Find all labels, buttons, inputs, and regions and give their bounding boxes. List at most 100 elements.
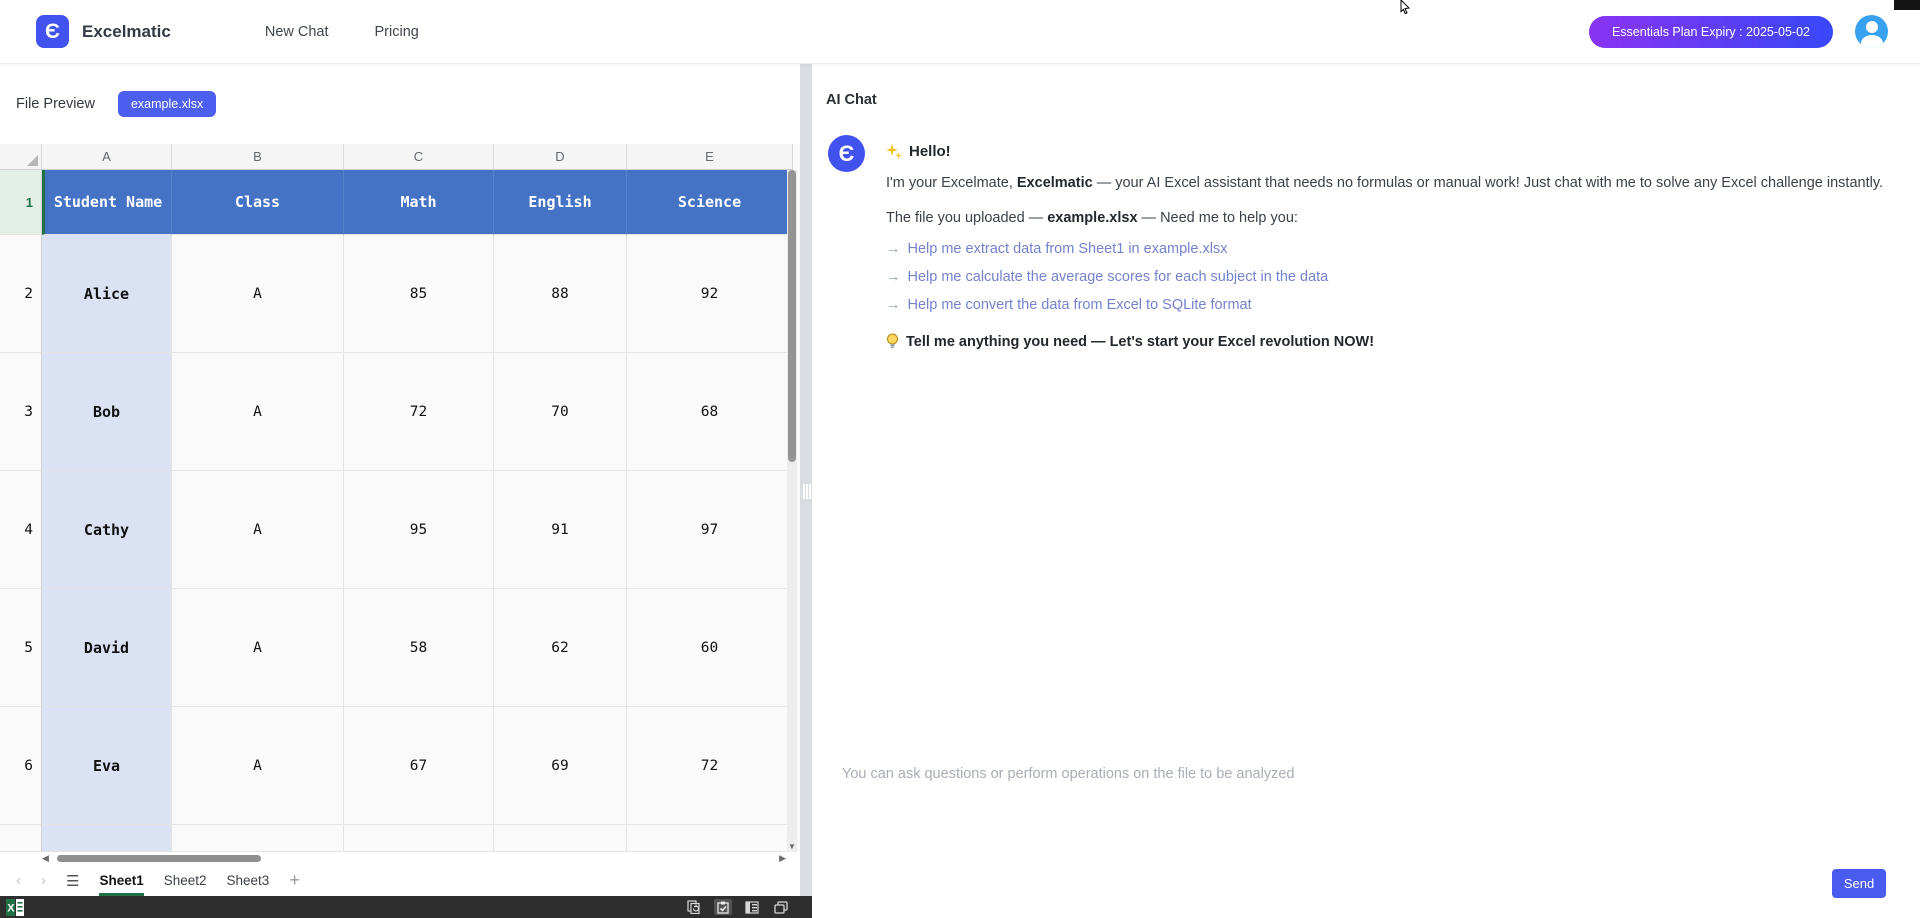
cell-a2[interactable]: Alice — [42, 235, 172, 353]
intro-paragraph: I'm your Excelmate, Excelmatic — your AI… — [886, 173, 1894, 193]
cell-c6[interactable]: 67 — [344, 707, 494, 825]
suggestion-average-scores[interactable]: →Help me calculate the average scores fo… — [886, 263, 1894, 291]
cell-e5[interactable]: 60 — [627, 589, 793, 707]
table-row — [0, 825, 793, 852]
tabs-prev-icon[interactable]: ‹ — [16, 872, 21, 889]
clipboard-check-icon[interactable] — [714, 899, 732, 915]
cell-b2[interactable]: A — [172, 235, 344, 353]
greeting-text: Hello! — [909, 143, 951, 160]
copy-refresh-icon[interactable] — [685, 899, 703, 915]
scroll-down-icon[interactable]: ▼ — [787, 842, 797, 851]
user-avatar[interactable] — [1855, 15, 1888, 48]
cell-a3[interactable]: Bob — [42, 353, 172, 471]
row-number[interactable]: 2 — [0, 235, 42, 353]
scroll-left-icon[interactable]: ◀ — [42, 853, 49, 864]
add-sheet-button[interactable]: + — [289, 870, 300, 891]
column-header-e[interactable]: E — [627, 144, 793, 170]
file-preview-label: File Preview — [16, 96, 95, 112]
assistant-message: Hello! I'm your Excelmate, Excelmatic — … — [886, 143, 1894, 350]
cell-b4[interactable]: A — [172, 471, 344, 589]
row-number[interactable] — [0, 825, 42, 852]
table-row: 3 Bob A 72 70 68 — [0, 353, 793, 471]
cell-d3[interactable]: 70 — [494, 353, 627, 471]
cell-c1[interactable]: Math — [344, 170, 494, 235]
row-number[interactable]: 6 — [0, 707, 42, 825]
nav-links: New Chat Pricing — [265, 24, 419, 40]
cell-c5[interactable]: 58 — [344, 589, 494, 707]
avatar-person-icon — [1866, 21, 1878, 33]
cell-e3[interactable]: 68 — [627, 353, 793, 471]
excelmatic-logo-icon[interactable]: Є — [36, 15, 69, 48]
file-preview-header: File Preview example.xlsx — [0, 64, 800, 144]
excel-file-icon: X — [6, 899, 25, 916]
select-all-corner[interactable] — [0, 144, 42, 170]
plan-expiry-button[interactable]: Essentials Plan Expiry : 2025-05-02 — [1589, 16, 1833, 48]
tab-sheet3[interactable]: Sheet3 — [227, 865, 270, 896]
cell-d1[interactable]: English — [494, 170, 627, 235]
suggestion-extract-data[interactable]: →Help me extract data from Sheet1 in exa… — [886, 235, 1894, 263]
cell-e1[interactable]: Science — [627, 170, 793, 235]
cell-e7[interactable] — [627, 825, 793, 852]
cell-c7[interactable] — [344, 825, 494, 852]
greeting-heading: Hello! — [886, 143, 1894, 160]
cell-b7[interactable] — [172, 825, 344, 852]
cell-a4[interactable]: Cathy — [42, 471, 172, 589]
horizontal-scrollbar[interactable]: ◀ ▶ — [0, 852, 800, 865]
tabs-next-icon[interactable]: › — [41, 872, 46, 889]
send-button[interactable]: Send — [1832, 869, 1886, 898]
vertical-scrollbar[interactable]: ▼ — [787, 170, 797, 852]
suggestion-convert-sqlite[interactable]: →Help me convert the data from Excel to … — [886, 291, 1894, 319]
column-header-row: A B C D E — [0, 144, 793, 170]
vertical-scrollbar-thumb[interactable] — [788, 170, 796, 462]
cell-c4[interactable]: 95 — [344, 471, 494, 589]
row-number[interactable]: 5 — [0, 589, 42, 707]
sheet-list-icon[interactable]: ☰ — [66, 872, 79, 890]
tab-sheet2[interactable]: Sheet2 — [164, 865, 207, 896]
column-header-d[interactable]: D — [494, 144, 627, 170]
lightbulb-icon — [886, 333, 899, 350]
column-header-b[interactable]: B — [172, 144, 344, 170]
scroll-right-icon[interactable]: ▶ — [779, 853, 786, 864]
cell-c2[interactable]: 85 — [344, 235, 494, 353]
cell-a5[interactable]: David — [42, 589, 172, 707]
cell-a1[interactable]: Student Name — [42, 170, 172, 235]
file-tab-example-xlsx[interactable]: example.xlsx — [118, 91, 216, 117]
cell-d5[interactable]: 62 — [494, 589, 627, 707]
top-navbar: Є Excelmatic New Chat Pricing Essentials… — [0, 0, 1920, 64]
sheet-tab-bar: ‹ › ☰ Sheet1 Sheet2 Sheet3 + — [0, 865, 800, 896]
nav-link-pricing[interactable]: Pricing — [375, 24, 419, 40]
arrow-icon: → — [886, 297, 901, 313]
cell-b6[interactable]: A — [172, 707, 344, 825]
cell-e2[interactable]: 92 — [627, 235, 793, 353]
cascade-windows-icon[interactable] — [772, 899, 790, 915]
cell-e4[interactable]: 97 — [627, 471, 793, 589]
list-view-icon[interactable] — [743, 899, 761, 915]
cell-d2[interactable]: 88 — [494, 235, 627, 353]
panel-resize-handle[interactable] — [800, 64, 812, 896]
mouse-cursor-icon — [1398, 0, 1412, 14]
row-number[interactable]: 3 — [0, 353, 42, 471]
chat-input[interactable] — [842, 766, 1742, 876]
cell-d6[interactable]: 69 — [494, 707, 627, 825]
arrow-icon: → — [886, 241, 901, 257]
tab-sheet1[interactable]: Sheet1 — [99, 865, 143, 896]
cell-c3[interactable]: 72 — [344, 353, 494, 471]
table-row: 1 Student Name Class Math English Scienc… — [0, 170, 793, 235]
cell-e6[interactable]: 72 — [627, 707, 793, 825]
spreadsheet: A B C D E 1 Student Name Class Math Engl… — [0, 144, 800, 852]
column-header-a[interactable]: A — [42, 144, 172, 170]
column-header-c[interactable]: C — [344, 144, 494, 170]
cell-b3[interactable]: A — [172, 353, 344, 471]
cell-a7[interactable] — [42, 825, 172, 852]
svg-text:X: X — [7, 902, 15, 914]
cell-d7[interactable] — [494, 825, 627, 852]
cell-b1[interactable]: Class — [172, 170, 344, 235]
cell-d4[interactable]: 91 — [494, 471, 627, 589]
row-number[interactable]: 1 — [0, 170, 42, 235]
row-number[interactable]: 4 — [0, 471, 42, 589]
horizontal-scrollbar-thumb[interactable] — [57, 855, 261, 862]
cell-a6[interactable]: Eva — [42, 707, 172, 825]
cell-b5[interactable]: A — [172, 589, 344, 707]
nav-link-new-chat[interactable]: New Chat — [265, 24, 329, 40]
cta-line: Tell me anything you need — Let's start … — [886, 333, 1894, 350]
